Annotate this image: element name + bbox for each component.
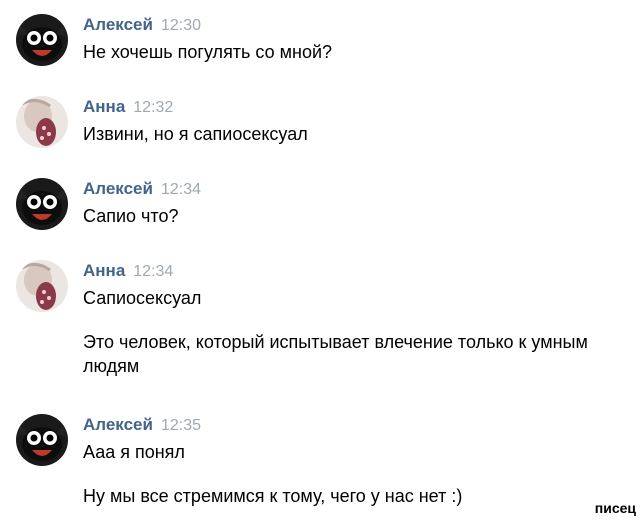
author-name[interactable]: Алексей [83, 415, 153, 434]
message-time: 12:35 [160, 417, 201, 434]
watermark: писец [594, 500, 636, 516]
message-text: Ааа я понял [83, 442, 185, 462]
message-text: Извини, но я сапиосексуал [83, 124, 308, 144]
message-time: 12:34 [133, 263, 174, 280]
author-name[interactable]: Алексей [83, 15, 153, 34]
girl-avatar-icon[interactable] [16, 260, 68, 312]
message-text: Ну мы все стремимся к тому, чего у нас н… [83, 486, 463, 506]
cat-avatar-icon[interactable] [16, 414, 68, 466]
author-name[interactable]: Анна [83, 261, 125, 280]
cat-avatar-icon[interactable] [16, 178, 68, 230]
girl-avatar-icon[interactable] [16, 96, 68, 148]
message-text: Сапио что? [83, 206, 179, 226]
message-text: Не хочешь погулять со мной? [83, 42, 333, 62]
message-text: Это человек, который испытывает влечение… [83, 332, 588, 376]
author-name[interactable]: Алексей [83, 179, 153, 198]
message-time: 12:30 [160, 17, 201, 34]
author-name[interactable]: Анна [83, 97, 125, 116]
message-time: 12:34 [160, 181, 201, 198]
message-time: 12:32 [133, 99, 174, 116]
message-text: Сапиосексуал [83, 288, 202, 308]
cat-avatar-icon[interactable] [16, 14, 68, 66]
